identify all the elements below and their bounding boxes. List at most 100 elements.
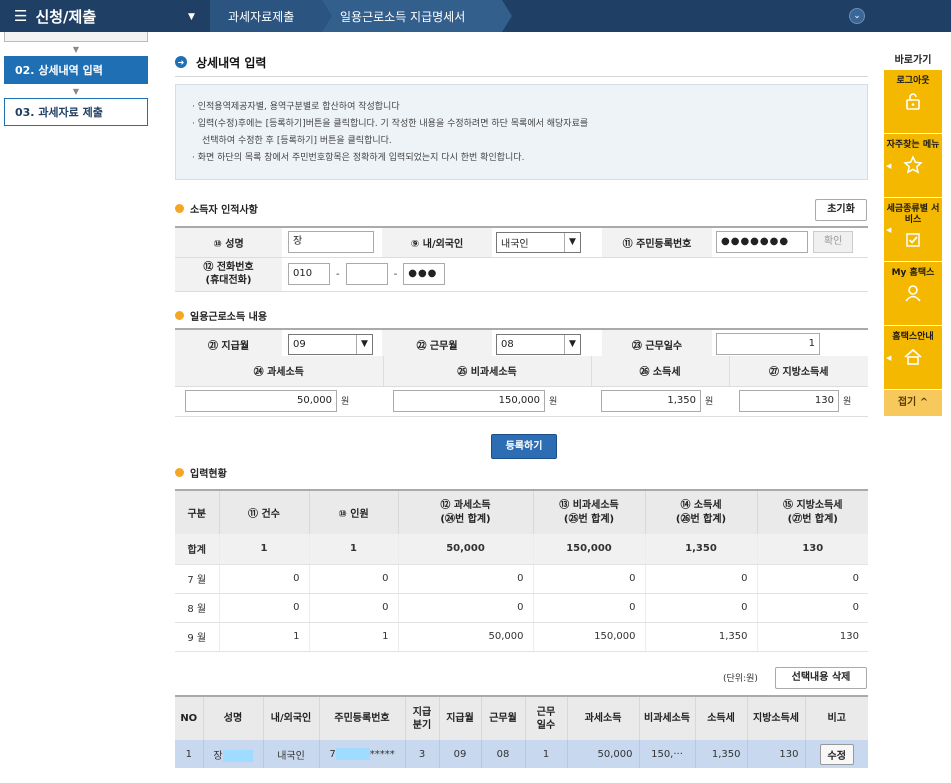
taxable-label: ㉔ 과세소득 — [175, 356, 384, 387]
masked-text — [335, 748, 370, 760]
list-header-name: 성명 — [203, 696, 264, 740]
quick-hometax-guide[interactable]: ◀ 홈택스안내 — [884, 326, 942, 390]
quick-hometax-guide-label: 홈택스안내 — [892, 332, 934, 342]
chevron-down-icon[interactable]: ⌄ — [849, 8, 865, 24]
quick-my-hometax[interactable]: My 홈택스 — [884, 262, 942, 326]
list-header-nationality: 내/외국인 — [263, 696, 320, 740]
notice-box: 인적용역제공자별, 용역구분별로 합산하여 작성합니다 입력(수정)후에는 [등… — [175, 84, 868, 180]
phone-input-1[interactable]: 010 — [288, 263, 330, 285]
notice-line: 선택하여 수정한 후 [등록하기] 버튼을 클릭합니다. — [202, 136, 392, 146]
list-header-local-tax: 지방소득세 — [747, 696, 806, 740]
pay-month-label: ㉑ 지급월 — [175, 329, 282, 360]
pay-month-value: 09 — [293, 338, 306, 350]
unit-note: (단위:원) — [723, 674, 758, 684]
name-label: ⑩ 성명 — [175, 227, 282, 258]
breadcrumb-item-2[interactable]: 일용근로소득 지급명세서 — [340, 0, 465, 32]
phone-input-3[interactable]: ●●● — [403, 263, 446, 285]
quick-tax-services[interactable]: ◀ 세금종류별 서비스 — [884, 198, 942, 262]
income-tax-input[interactable]: 1,350 — [601, 390, 701, 412]
section-earner-title: 소득자 인적사항 — [190, 205, 258, 216]
status-header-nontax: ⑬ 비과세소득 (㉕번 합계) — [533, 490, 646, 534]
step-submit[interactable]: 03. 과세자료 제출 — [4, 98, 148, 126]
phone-label: ⑫ 전화번호 (휴대전화) — [175, 257, 282, 292]
phone-input-2[interactable] — [345, 263, 388, 285]
income-tax-label: ㉖ 소득세 — [591, 356, 730, 387]
unit-label: 원 — [341, 397, 350, 407]
left-caret-icon: ◀ — [886, 162, 892, 170]
top-navigation-bar: ☰ 신청/제출 ▼ 과세자료제출 일용근로소득 지급명세서 ⌄ — [0, 0, 951, 32]
list-header-income-tax: 소득세 — [695, 696, 748, 740]
section-status-title: 입력현황 — [190, 469, 227, 480]
local-tax-label: ㉗ 지방소득세 — [729, 356, 868, 387]
main-content: ➜ 상세내역 입력 인적용역제공자별, 용역구분별로 합산하여 작성합니다 입력… — [175, 48, 868, 768]
list-name-cell: 장 — [203, 740, 264, 768]
quick-my-hometax-label: My 홈택스 — [891, 268, 935, 278]
status-header-local-tax: ⑮ 지방소득세 (㉗번 합계) — [757, 490, 868, 534]
status-sum-row: 합계 1 1 50,000 150,000 1,350 130 — [175, 534, 868, 565]
breadcrumb-item-1[interactable]: 과세자료제출 — [228, 0, 294, 32]
status-row: 8 월 0 0 0 0 0 0 — [175, 593, 868, 623]
nationality-select[interactable]: 내국인 ▼ — [496, 231, 581, 253]
checkbox-icon — [884, 230, 942, 255]
unit-label: 원 — [705, 397, 714, 407]
list-header-taxable: 과세소득 — [567, 696, 640, 740]
income-form: ㉔ 과세소득 ㉕ 비과세소득 ㉖ 소득세 ㉗ 지방소득세 50,000 원 150… — [175, 356, 868, 417]
section-work-title: 일용근로소득 내용 — [190, 312, 268, 323]
nationality-label: ⑨ 내/외국인 — [382, 227, 492, 258]
left-caret-icon: ◀ — [886, 226, 892, 234]
chevron-down-icon: ▼ — [564, 232, 580, 252]
nontax-label: ㉕ 비과세소득 — [383, 356, 592, 387]
bullet-icon — [175, 311, 184, 320]
work-month-label: ㉒ 근무월 — [382, 329, 492, 360]
list-header-pay-month: 지급월 — [439, 696, 482, 740]
quick-menu: 바로가기 로그아웃 ◀ 자주찾는 메뉴 ◀ 세금종류별 서비스 My 홈택스 ◀… — [884, 52, 942, 416]
taxable-input[interactable]: 50,000 — [185, 390, 337, 412]
rrn-input[interactable]: ●●●●●●● — [716, 231, 808, 254]
notice-line: 화면 하단의 목록 창에서 주민번호항목은 정확하게 입력되었는지 다시 한번 … — [192, 150, 851, 167]
list-header-nontax: 비과세소득 — [639, 696, 696, 740]
step-previous-stub[interactable] — [4, 32, 148, 42]
breadcrumb-separator — [502, 0, 512, 32]
local-tax-input[interactable]: 130 — [739, 390, 839, 412]
caret-down-icon[interactable]: ▼ — [188, 12, 195, 22]
unlock-icon — [884, 91, 942, 116]
nontax-input[interactable]: 150,000 — [393, 390, 545, 412]
nationality-value: 내국인 — [501, 238, 529, 250]
step-navigation: ▼ 02. 상세내역 입력 ▼ 03. 과세자료 제출 — [4, 32, 148, 126]
page-title-text: 상세내역 입력 — [196, 55, 267, 70]
hamburger-icon[interactable]: ☰ — [14, 7, 27, 25]
work-month-select[interactable]: 08 ▼ — [496, 333, 581, 355]
pay-month-select[interactable]: 09 ▼ — [288, 333, 373, 355]
confirm-button[interactable]: 확인 — [813, 231, 854, 254]
list-header-work-month: 근무월 — [481, 696, 526, 740]
name-input[interactable]: 장 — [288, 231, 374, 254]
delete-selected-button[interactable]: 선택내용 삭제 — [775, 667, 867, 689]
bullet-icon — [175, 204, 184, 213]
status-header-taxable: ⑫ 과세소득 (㉔번 합계) — [398, 490, 534, 534]
step-detail-input[interactable]: 02. 상세내역 입력 — [4, 56, 148, 84]
star-icon — [884, 155, 942, 180]
phone-label-line1: ⑫ 전화번호 — [203, 262, 254, 273]
arrow-right-icon: ➜ — [175, 56, 187, 68]
status-row: 9 월 1 1 50,000 150,000 1,350 130 — [175, 622, 868, 652]
reset-button[interactable]: 초기화 — [815, 199, 867, 221]
quick-logout[interactable]: 로그아웃 — [884, 70, 942, 134]
bullet-icon — [175, 468, 184, 477]
list-row[interactable]: 1 장 내국인 7 ***** 3 09 08 1 50,000 150,··· … — [175, 740, 868, 768]
status-header-income-tax: ⑭ 소득세 (㉖번 합계) — [645, 490, 758, 534]
work-month-value: 08 — [501, 338, 514, 350]
quick-favorites[interactable]: ◀ 자주찾는 메뉴 — [884, 134, 942, 198]
status-header-persons: ⑩ 인원 — [309, 490, 399, 534]
work-form: ㉑ 지급월 09 ▼ ㉒ 근무월 08 ▼ ㉓ 근무일수 1 — [175, 328, 868, 360]
quick-menu-fold[interactable]: 접기 ^ — [884, 390, 942, 416]
list-header-remarks: 비고 — [805, 696, 868, 740]
quick-menu-title: 바로가기 — [894, 55, 932, 66]
title-divider — [175, 76, 868, 77]
status-header-type: 구분 — [175, 490, 220, 534]
list-rrn-cell: 7 ***** — [319, 740, 406, 768]
menu-title[interactable]: ☰ 신청/제출 — [0, 0, 210, 32]
status-row: 7 월 0 0 0 0 0 0 — [175, 564, 868, 594]
edit-button[interactable]: 수정 — [819, 743, 854, 765]
work-days-input[interactable]: 1 — [716, 333, 820, 356]
register-button[interactable]: 등록하기 — [491, 434, 557, 459]
